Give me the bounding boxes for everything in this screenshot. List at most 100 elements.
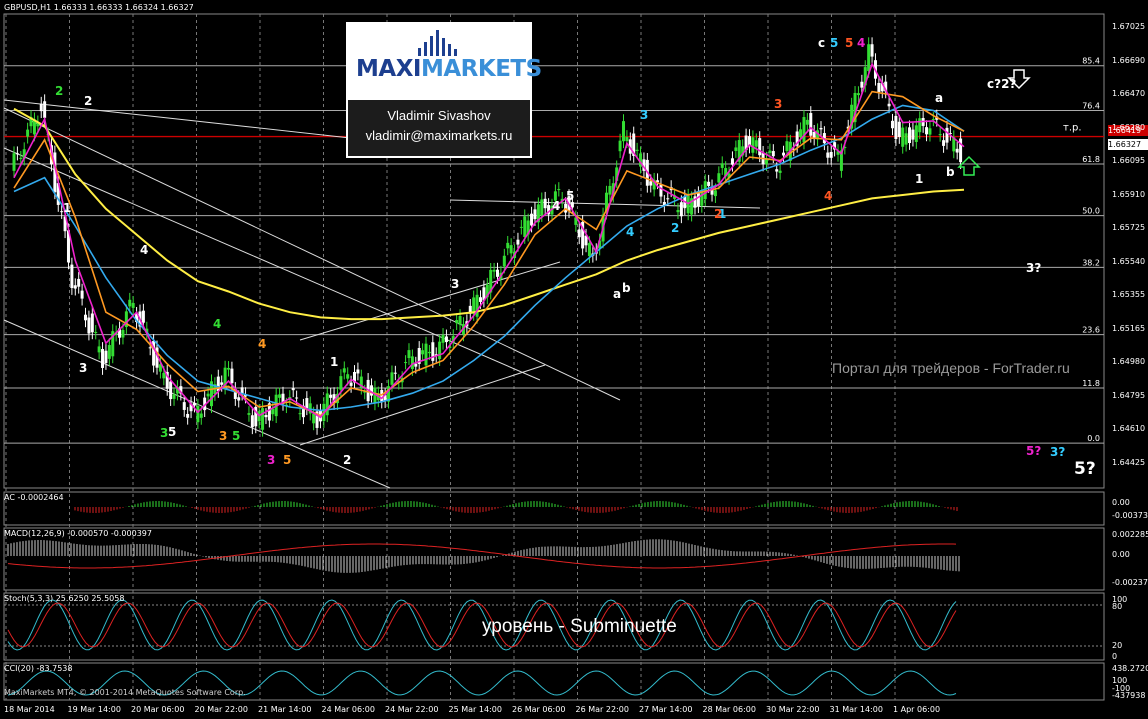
candle-body [478,297,482,302]
wave-label: 3? [1026,261,1041,275]
candle-body [458,316,462,325]
candle-body [785,141,789,152]
logo-wordmark: MAXIMARKETS [356,56,542,82]
candle-body [887,103,891,107]
candle-body [931,119,935,121]
candle-body [278,394,282,398]
candle-body [206,393,210,397]
candle-body [356,369,360,374]
fib-label-6: 11.8 [1082,379,1100,388]
tp-label: т.р. [1063,123,1082,134]
macd-header: MACD(12,26,9) -0.000570 -0.000397 [4,529,152,538]
wave-label: 4 [552,199,560,213]
indicator-tick: 80 [1112,602,1123,611]
wave-label: 4 [857,36,865,50]
candle-body [312,413,316,424]
candle-body [506,242,510,249]
candle-body [730,158,734,165]
wave-label: c [818,36,825,50]
candle-body [809,113,813,136]
candle-body [717,173,721,183]
price-tick: 1.65165 [1112,323,1146,333]
candle-body [867,44,871,71]
candle-body [70,264,74,288]
candle-body [87,317,91,334]
candle-body [271,408,275,415]
candle-body [696,193,700,207]
candle-body [925,127,929,135]
candle-body [901,127,905,147]
candle-body [519,226,523,228]
wave-label: b [946,165,955,179]
candle-body [84,314,88,321]
candle-body [502,255,506,267]
candle-body [12,153,16,171]
price-tick: 1.64425 [1112,457,1146,467]
candle-body [128,299,132,307]
time-tick: 26 Mar 06:00 [512,705,566,714]
candle-body [329,394,333,398]
wave-label: 5? [1026,444,1041,458]
maximarkets-logo: MAXIMARKETS Vladimir Sivashov vladimir@m… [346,22,542,158]
candle-body [237,397,241,401]
candle-body [754,140,758,147]
candle-body [121,330,125,338]
candle-body [247,413,251,415]
fib-label-5: 23.6 [1082,326,1100,335]
candle-body [421,350,425,355]
candle-body [496,269,500,277]
candle-body [918,118,922,133]
candle-body [635,149,639,152]
copyright-text: MaxiMarkets MT4, © 2001-2014 MetaQuotes … [4,688,246,697]
candle-body [942,140,946,146]
candle-body [649,181,653,186]
candle-body [782,152,786,156]
candle-body [802,117,806,143]
time-tick: 28 Mar 06:00 [702,705,756,714]
indicator-tick: 20 [1112,641,1123,650]
candle-body [877,82,881,93]
indicator-tick: -437938 [1112,691,1146,700]
wave-label: 4 [140,243,148,257]
candle-body [618,140,622,152]
candle-body [19,157,23,159]
candle-body [911,129,915,140]
chart-window[interactable]: 85.4 76.4 61.8 50.0 38.2 23.6 11.8 0.0 т.р. 2 2 1 3 4… [0,0,1148,719]
fib-label-4: 38.2 [1082,258,1100,267]
price-tick: 1.65355 [1112,290,1146,299]
candle-body [148,347,152,349]
wave-label: 5 [845,36,853,50]
candle-body [196,405,200,423]
fib-label-2: 61.8 [1082,155,1100,164]
wave-label: 2 [84,94,92,108]
wave-label: 4 [824,189,832,203]
time-tick: 27 Mar 14:00 [639,705,693,714]
time-tick: 21 Mar 14:00 [258,705,312,714]
candle-body [533,209,537,220]
candle-body [587,243,591,257]
wave-label: 3 [451,277,459,291]
cci-header: CCI(20) -83.7538 [4,664,73,673]
time-tick: 30 Mar 22:00 [766,705,820,714]
wave-label: a [935,91,943,105]
candle-body [720,163,724,168]
wave-label: 3? [1050,445,1065,459]
candle-body [897,121,901,137]
candle-body [856,93,860,96]
candle-body [438,341,442,360]
time-tick: 20 Mar 22:00 [194,705,248,714]
candle-body [39,103,43,112]
candle-body [295,397,299,399]
candle-body [904,133,908,145]
price-tick: 1.65725 [1112,223,1146,232]
wave-label: 5 [566,189,574,203]
channel-line-3 [299,364,546,446]
wave-label: 2 [671,221,679,235]
candle-body [444,336,448,343]
candle-body [455,320,459,324]
wave-label: 1 [63,201,71,215]
wave-label: 3 [774,97,782,111]
time-tick: 20 Mar 06:00 [131,705,185,714]
candle-body [955,148,959,153]
price-tick: 1.64795 [1112,390,1146,400]
